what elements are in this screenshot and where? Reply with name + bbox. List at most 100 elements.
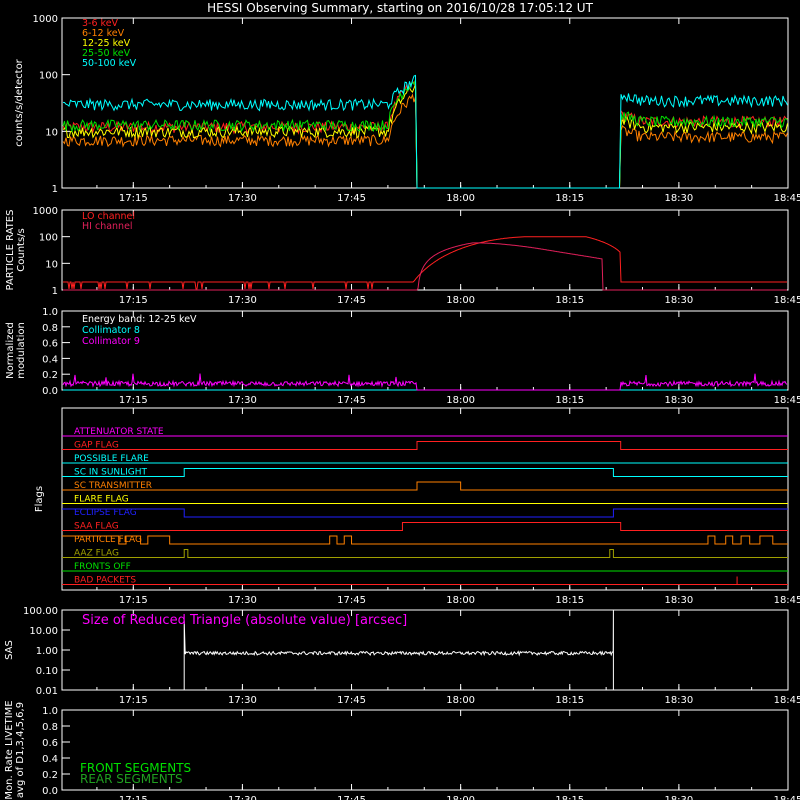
time-tick-label: 17:45 [337,795,366,800]
flag-label: AAZ FLAG [74,549,119,559]
flag-label: BAD PACKETS [74,576,136,586]
time-tick-label: 17:45 [337,695,366,706]
time-tick-label: 17:15 [119,395,148,406]
y-axis-label: SAS [4,640,15,660]
legend-entry: REAR SEGMENTS [80,772,183,786]
time-tick-label: 17:45 [337,395,366,406]
time-tick-label: 18:30 [664,695,693,706]
time-tick-label: 18:15 [555,395,584,406]
y-tick-label: 100.00 [23,606,58,617]
time-tick-label: 18:45 [774,295,800,306]
y-tick-label: 1000 [33,206,58,217]
series-line [63,236,787,290]
flag-trace [62,481,788,491]
y-tick-label: 1000 [33,14,58,25]
y-tick-label: 0.8 [42,323,58,334]
time-tick-label: 17:30 [228,695,257,706]
y-tick-label: 0.2 [42,770,58,781]
time-tick-label: 17:15 [119,295,148,306]
panel-frame [61,209,789,291]
y-tick-label: 1 [52,286,58,297]
time-tick-label: 17:15 [119,695,148,706]
panel-frame [61,407,789,591]
time-tick-label: 17:45 [337,193,366,204]
time-tick-label: 18:00 [446,395,475,406]
y-axis-label: Normalized [5,322,16,379]
time-tick-label: 17:30 [228,795,257,800]
y-tick-label: 1.00 [36,646,58,657]
time-tick-label: 18:00 [446,595,475,606]
flag-label: SC TRANSMITTER [74,481,152,491]
y-tick-label: 0.2 [42,370,58,381]
flag-trace [62,535,788,545]
y-axis-label: Counts/s [16,228,27,272]
sas-annotation: Size of Reduced Triangle (absolute value… [82,613,407,628]
panel-particle-rates: 17:15 17:30 17:45 18:00 18:15 18:30 18:45 1 10 10… [5,206,800,306]
time-tick-label: 18:00 [446,695,475,706]
series-line [62,93,788,189]
flag-label: ATTENUATOR STATE [74,427,164,437]
y-tick-label: 0.6 [42,339,58,350]
flag-trace [62,549,788,558]
time-tick-label: 18:15 [555,193,584,204]
time-tick-label: 18:00 [446,795,475,800]
flag-label: GAP FLAG [74,441,119,451]
panel-count-rates: 17:15 17:30 17:45 18:00 18:15 18:30 18:45 1 10 10… [14,14,800,204]
y-tick-label: 10.00 [29,626,58,637]
y-axis-label: modulation [16,322,27,379]
y-tick-label: 1.0 [42,706,58,717]
y-axis-label: avg of D1,3,4,5,6,9 [15,702,26,798]
y-tick-label: 0.6 [42,738,58,749]
time-tick-label: 18:15 [555,295,584,306]
time-tick-label: 17:30 [228,395,257,406]
energy-band-annotation: Energy band: 12-25 keV [82,314,197,325]
time-tick-label: 17:45 [337,295,366,306]
panel-sas: 17:15 17:30 17:45 18:00 18:15 18:30 18:45 0.01 0… [4,606,800,706]
panel-flags: 17:15 17:30 17:45 18:00 18:15 18:30 18:45 Flags… [34,407,800,606]
flag-label: ECLIPSE FLAG [74,508,137,518]
y-axis-label: Mon. Rate LIVETIME [4,700,15,799]
y-tick-label: 10 [45,259,58,270]
time-tick-label: 18:15 [555,795,584,800]
time-tick-label: 18:45 [774,795,800,800]
time-tick-label: 18:45 [774,193,800,204]
time-tick-label: 17:30 [228,193,257,204]
y-tick-label: 0.0 [42,386,58,397]
time-tick-label: 18:30 [664,595,693,606]
flag-trace [62,508,788,518]
y-axis-label: Flags [34,486,45,512]
flag-label: PARTICLE FLAG [74,535,142,545]
y-axis-label: PARTICLE RATES [5,210,16,291]
y-tick-label: 10 [45,127,58,138]
y-tick-label: 0.01 [36,686,58,697]
flag-label: SC IN SUNLIGHT [74,468,148,478]
series-line [62,74,788,189]
time-tick-label: 17:30 [228,595,257,606]
flag-label: POSSIBLE FLARE [74,454,149,464]
time-tick-label: 18:30 [664,193,693,204]
y-axis-label: counts/s/detector [14,58,25,146]
time-tick-label: 18:15 [555,595,584,606]
y-tick-label: 1.0 [42,307,58,318]
flag-label: FRONTS OFF [74,562,131,572]
time-tick-label: 18:00 [446,295,475,306]
legend-entry: Collimator 9 [82,336,140,347]
time-tick-label: 17:30 [228,295,257,306]
legend-entry: 50-100 keV [82,58,137,69]
time-tick-label: 18:30 [664,295,693,306]
time-tick-label: 18:15 [555,695,584,706]
panel-livetime: 17:15 17:30 17:45 18:00 18:15 18:30 18:45 0.0 0.… [4,700,800,800]
time-tick-label: 17:15 [119,795,148,800]
time-tick-label: 18:45 [774,695,800,706]
legend-entry: HI channel [82,221,133,232]
time-tick-label: 18:00 [446,193,475,204]
y-tick-label: 0.8 [42,722,58,733]
y-tick-label: 0.4 [42,754,58,765]
time-tick-label: 18:30 [664,795,693,800]
time-tick-label: 18:30 [664,395,693,406]
hessi-summary-chart: HESSI Observing Summary, starting on 201… [4,1,800,800]
series-line [62,81,788,189]
time-tick-label: 17:45 [337,595,366,606]
flag-label: SAA FLAG [74,522,119,532]
flag-trace [62,468,788,477]
